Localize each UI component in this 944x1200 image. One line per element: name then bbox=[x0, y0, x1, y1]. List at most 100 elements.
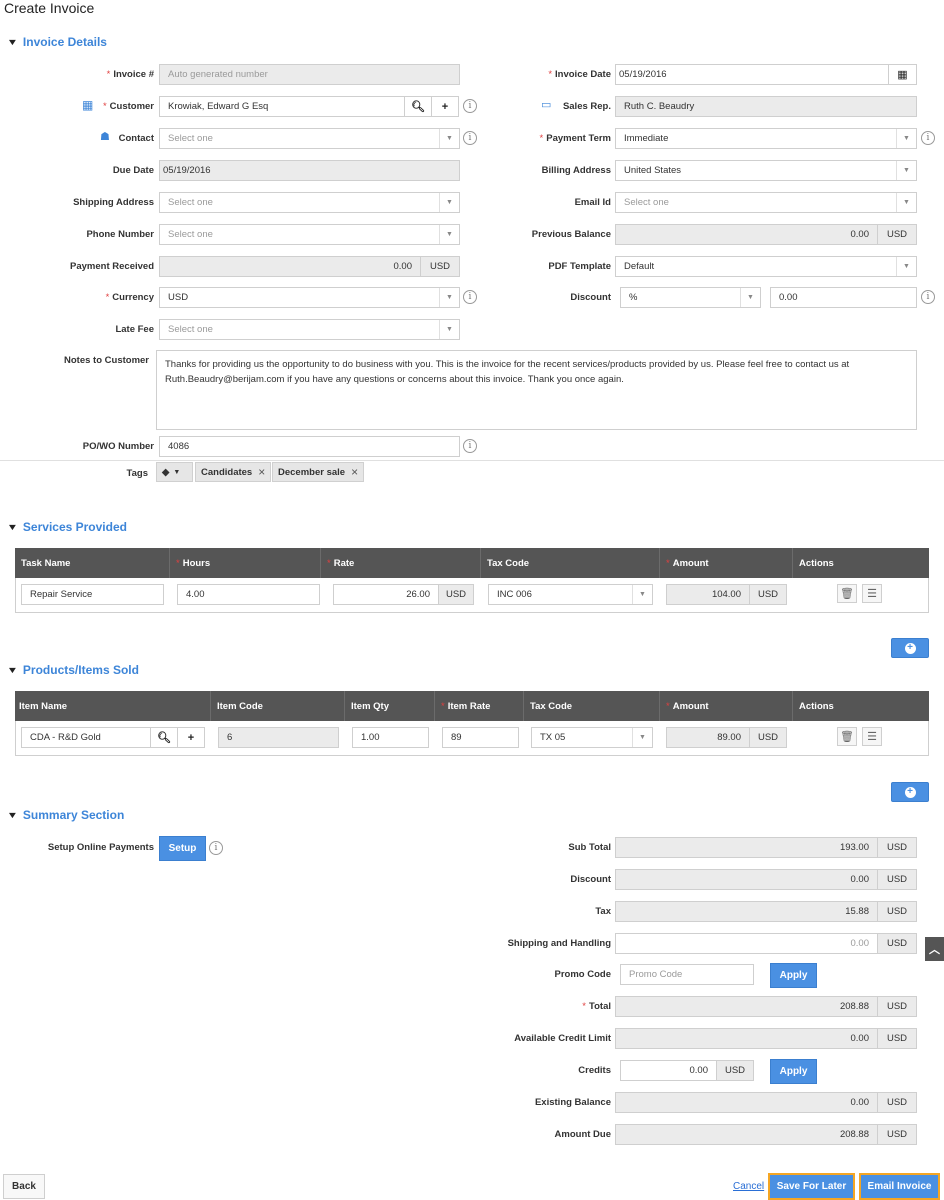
billing-address-select[interactable]: United States ▼ bbox=[615, 160, 917, 181]
save-for-later-button[interactable]: Save For Later bbox=[768, 1173, 855, 1200]
dropdown-arrow-icon: ▼ bbox=[740, 288, 760, 307]
discount-value-field[interactable]: 0.00 bbox=[770, 287, 917, 308]
summary-discount-unit: USD bbox=[877, 869, 917, 890]
existing-balance-unit: USD bbox=[877, 1092, 917, 1113]
search-icon: 🔍︎ bbox=[157, 732, 171, 744]
promo-code-input[interactable]: Promo Code bbox=[620, 964, 754, 985]
column-header: Item Name bbox=[15, 691, 211, 721]
email-invoice-button[interactable]: Email Invoice bbox=[859, 1173, 940, 1200]
notes-textarea[interactable]: Thanks for providing us the opportunity … bbox=[156, 350, 917, 430]
credits-input[interactable]: 0.00 bbox=[620, 1060, 717, 1081]
shipping-handling-field[interactable]: 0.00 bbox=[615, 933, 878, 954]
due-date-field: 05/19/2016 bbox=[159, 160, 460, 181]
back-button[interactable]: Back bbox=[3, 1174, 45, 1199]
dropdown-arrow-icon: ▼ bbox=[439, 225, 459, 244]
row-options-button[interactable]: ☰ bbox=[862, 727, 882, 746]
billing-address-label: Billing Address bbox=[541, 165, 611, 176]
column-header: Task Name bbox=[15, 548, 170, 578]
shipping-address-select[interactable]: Select one ▼ bbox=[159, 192, 460, 213]
column-header: Item Code bbox=[211, 691, 345, 721]
setup-button[interactable]: Setup bbox=[159, 836, 206, 861]
services-toggle[interactable]: ▼ Services Provided bbox=[6, 520, 127, 534]
item-qty-field[interactable]: 1.00 bbox=[352, 727, 429, 748]
credits-unit: USD bbox=[716, 1060, 754, 1081]
scroll-top-button[interactable]: ︿ bbox=[925, 937, 944, 961]
email-id-select[interactable]: Select one ▼ bbox=[615, 192, 917, 213]
calendar-icon: ▦ bbox=[897, 69, 908, 81]
customer-field[interactable]: Krowiak, Edward G Esq bbox=[159, 96, 405, 117]
currency-select[interactable]: USD ▼ bbox=[159, 287, 460, 308]
pdf-template-select[interactable]: Default ▼ bbox=[615, 256, 917, 277]
cancel-link[interactable]: Cancel bbox=[733, 1181, 764, 1192]
po-wo-info-icon[interactable]: i bbox=[463, 439, 477, 453]
credits-apply-button[interactable]: Apply bbox=[770, 1059, 817, 1084]
shipping-address-label: Shipping Address bbox=[73, 197, 154, 208]
dropdown-arrow-icon: ▼ bbox=[896, 193, 916, 212]
currency-label: * Currency bbox=[105, 292, 154, 303]
setup-online-payments-label: Setup Online Payments bbox=[47, 842, 154, 853]
tag-icon: ◆ bbox=[162, 466, 170, 478]
promo-apply-button[interactable]: Apply bbox=[770, 963, 817, 988]
divider bbox=[0, 460, 944, 461]
add-service-button[interactable]: + bbox=[891, 638, 929, 658]
payment-term-info-icon[interactable]: i bbox=[921, 131, 935, 145]
payment-term-select[interactable]: Immediate ▼ bbox=[615, 128, 917, 149]
services-table-header: Task Name * Hours * Rate Tax Code * Amount … bbox=[15, 548, 929, 578]
id-card-icon: ▭ bbox=[541, 99, 552, 111]
products-heading: Products/Items Sold bbox=[22, 663, 139, 677]
close-icon[interactable]: × bbox=[258, 465, 265, 479]
chevron-down-icon: ▼ bbox=[6, 522, 19, 532]
page-title: Create Invoice bbox=[4, 0, 95, 16]
add-item-button[interactable]: + bbox=[891, 782, 929, 802]
customer-add-button[interactable]: + bbox=[431, 96, 459, 117]
summary-toggle[interactable]: ▼ Summary Section bbox=[7, 808, 125, 822]
item-name-field[interactable]: CDA - R&D Gold bbox=[21, 727, 151, 748]
sub-total-label: Sub Total bbox=[568, 842, 611, 853]
item-rate-field[interactable]: 89 bbox=[442, 727, 519, 748]
products-toggle[interactable]: ▼ Products/Items Sold bbox=[7, 663, 139, 677]
credits-label: Credits bbox=[578, 1065, 611, 1076]
item-search-button[interactable]: 🔍︎ bbox=[150, 727, 178, 748]
discount-type-select[interactable]: % ▼ bbox=[620, 287, 761, 308]
previous-balance-label: Previous Balance bbox=[531, 229, 611, 240]
chevron-up-icon: ︿ bbox=[929, 944, 940, 956]
discount-label: Discount bbox=[570, 292, 611, 303]
invoice-details-toggle[interactable]: ▼ Invoice Details bbox=[7, 35, 107, 49]
discount-info-icon[interactable]: i bbox=[921, 290, 935, 304]
tag-chip[interactable]: December sale × bbox=[272, 462, 365, 482]
rate-field[interactable]: 26.00 bbox=[333, 584, 439, 605]
products-table-header: Item Name Item Code Item Qty * Item Rate … bbox=[15, 691, 929, 721]
tag-dropdown-button[interactable]: ◆ ▼ bbox=[156, 462, 193, 482]
tag-chip[interactable]: Candidates × bbox=[195, 462, 272, 482]
customer-search-button[interactable]: 🔍︎ bbox=[404, 96, 432, 117]
row-options-button[interactable]: ☰ bbox=[862, 584, 882, 603]
amount-field: 104.00 bbox=[666, 584, 750, 605]
item-add-button[interactable]: + bbox=[177, 727, 205, 748]
column-header: * Item Rate bbox=[435, 691, 524, 721]
column-header: * Rate bbox=[321, 548, 481, 578]
phone-number-select[interactable]: Select one ▼ bbox=[159, 224, 460, 245]
payment-received-label: Payment Received bbox=[70, 261, 154, 272]
payment-term-label: * Payment Term bbox=[539, 133, 611, 144]
close-icon[interactable]: × bbox=[351, 465, 358, 479]
contact-select[interactable]: Select one ▼ bbox=[159, 128, 460, 149]
payment-received-unit: USD bbox=[420, 256, 460, 277]
tax-code-select[interactable]: INC 006 ▼ bbox=[488, 584, 653, 605]
shipping-handling-label: Shipping and Handling bbox=[507, 938, 611, 949]
po-wo-field[interactable]: 4086 bbox=[159, 436, 460, 457]
customer-info-icon[interactable]: i bbox=[463, 99, 477, 113]
edit-list-icon: ☰ bbox=[867, 731, 877, 743]
column-header: Actions bbox=[799, 557, 834, 569]
item-code-field: 6 bbox=[218, 727, 339, 748]
hours-field[interactable]: 4.00 bbox=[177, 584, 320, 605]
delete-row-button[interactable]: 🗑︎ bbox=[837, 727, 857, 746]
late-fee-select[interactable]: Select one ▼ bbox=[159, 319, 460, 340]
previous-balance-field: 0.00 bbox=[615, 224, 878, 245]
column-header: Tax Code bbox=[481, 548, 660, 578]
calendar-button[interactable]: ▦ bbox=[888, 64, 917, 85]
task-name-field[interactable]: Repair Service bbox=[21, 584, 164, 605]
setup-info-icon[interactable]: i bbox=[209, 841, 223, 855]
invoice-date-field[interactable]: 05/19/2016 bbox=[615, 64, 889, 85]
item-tax-code-select[interactable]: TX 05 ▼ bbox=[531, 727, 653, 748]
delete-row-button[interactable]: 🗑︎ bbox=[837, 584, 857, 603]
